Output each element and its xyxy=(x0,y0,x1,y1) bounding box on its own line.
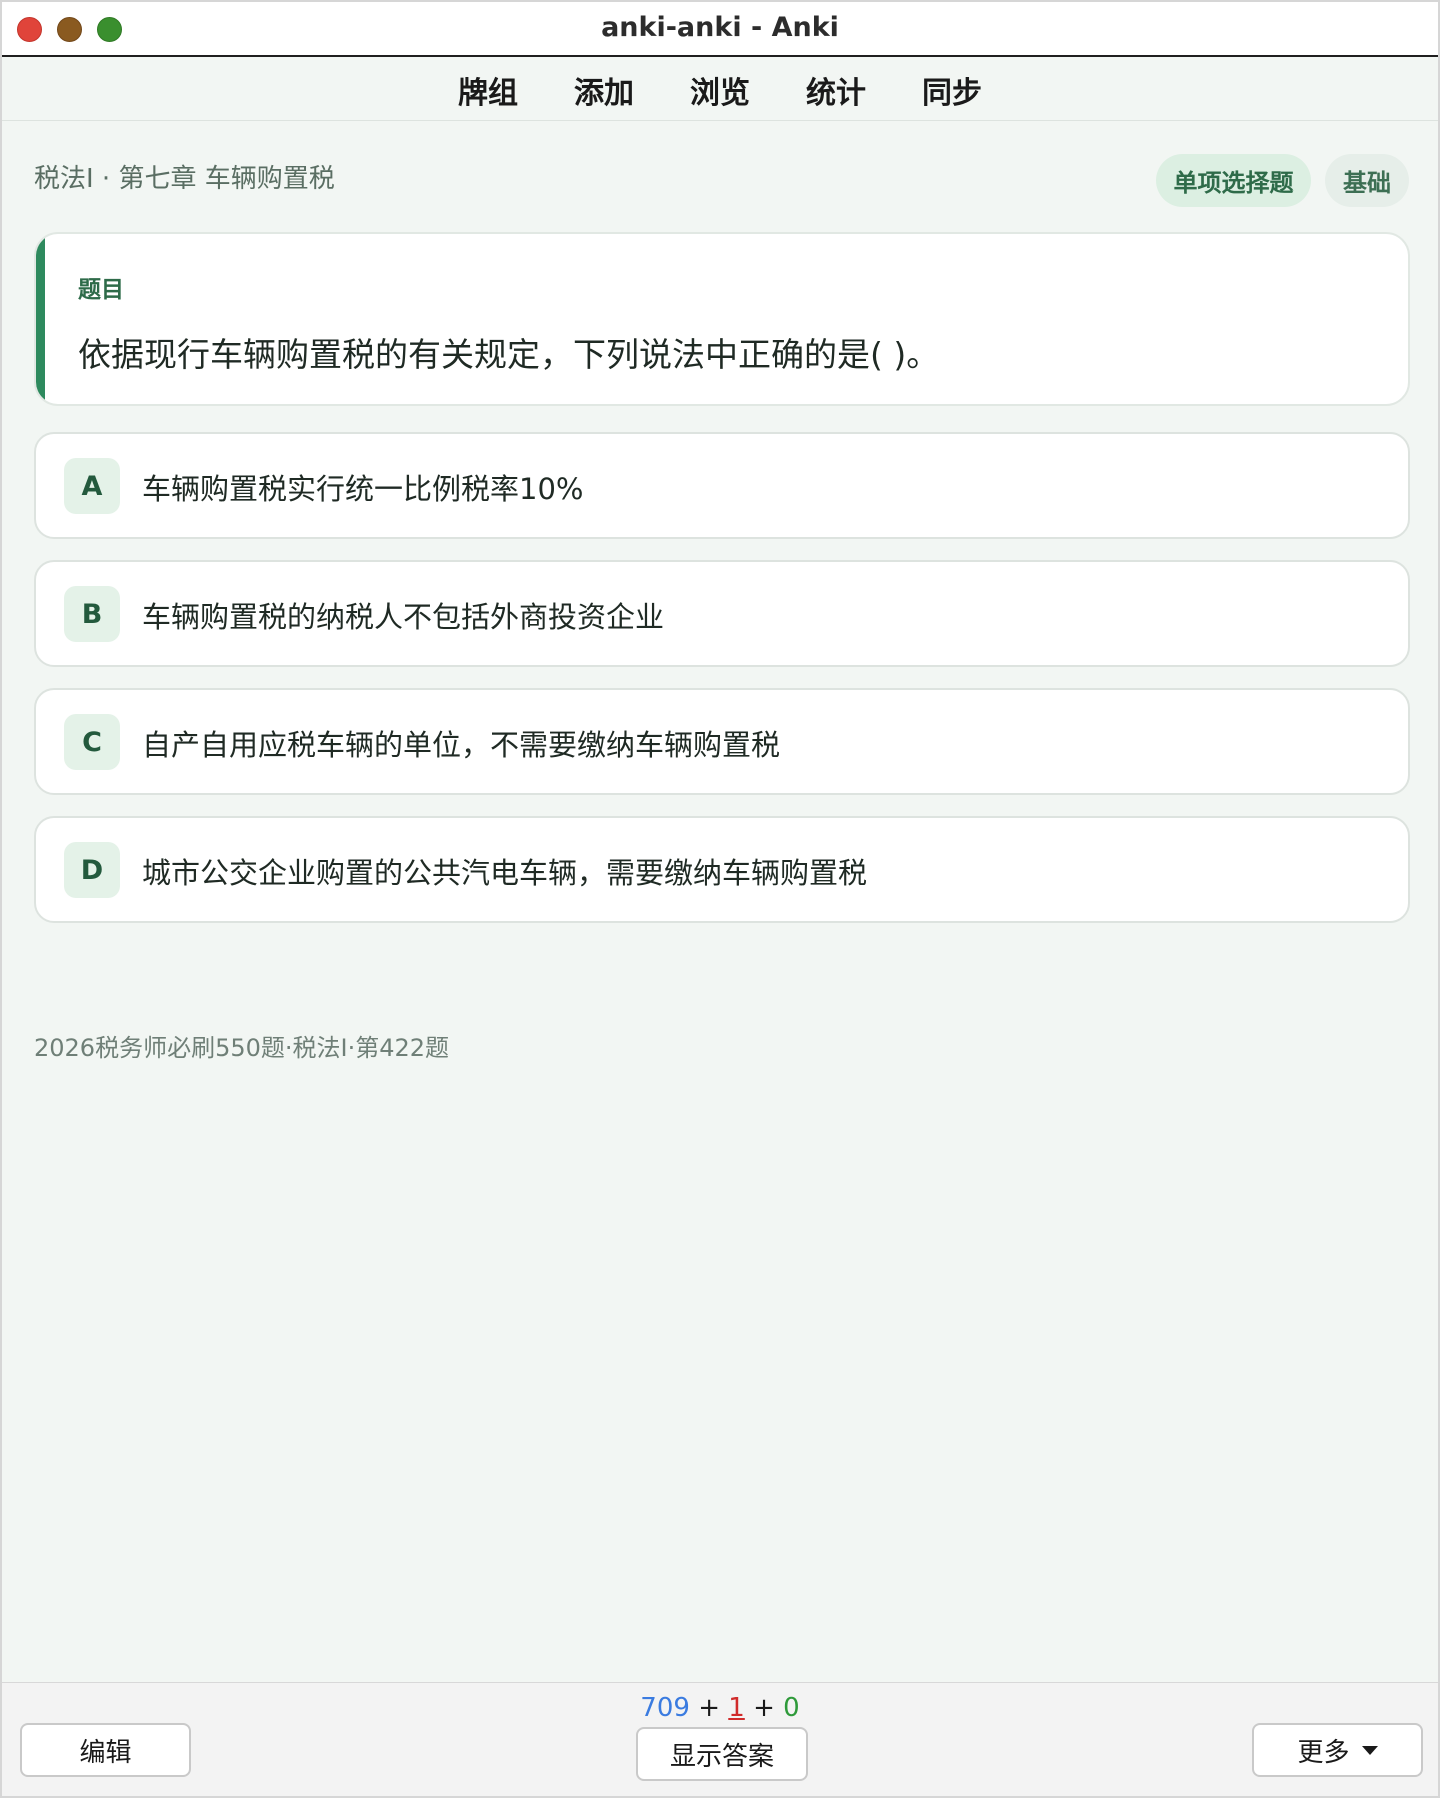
question-source: 2026税务师必刷550题·税法I·第422题 xyxy=(34,1034,450,1062)
window-title: anki-anki - Anki xyxy=(601,12,839,43)
review-count: 0 xyxy=(783,1693,800,1723)
anki-window: anki-anki - Anki 牌组 添加 浏览 统计 同步 税法I · 第七… xyxy=(0,0,1440,1798)
option-c[interactable]: C 自产自用应税车辆的单位，不需要缴纳车辆购置税 xyxy=(34,688,1410,795)
chevron-down-icon xyxy=(1361,1745,1378,1755)
question-card: 题目 依据现行车辆购置税的有关规定，下列说法中正确的是( )。 xyxy=(34,232,1410,406)
toolbar-decks[interactable]: 牌组 xyxy=(430,68,546,112)
toolbar-stats[interactable]: 统计 xyxy=(778,68,894,112)
breadcrumb: 税法I · 第七章 车辆购置税 xyxy=(34,164,335,194)
option-letter: B xyxy=(64,586,120,642)
question-label: 题目 xyxy=(78,277,124,303)
due-counts: 709 + 1 + 0 xyxy=(2,1693,1438,1723)
option-letter: C xyxy=(64,714,120,770)
question-accent-bar xyxy=(36,234,45,404)
option-text: 车辆购置税实行统一比例税率10% xyxy=(142,472,584,506)
toolbar-add[interactable]: 添加 xyxy=(546,68,662,112)
title-bar: anki-anki - Anki xyxy=(2,2,1438,57)
question-type-badge: 单项选择题 xyxy=(1156,154,1311,207)
toolbar-sync[interactable]: 同步 xyxy=(894,68,1010,112)
option-text: 自产自用应税车辆的单位，不需要缴纳车辆购置税 xyxy=(142,728,781,762)
question-text: 依据现行车辆购置税的有关规定，下列说法中正确的是( )。 xyxy=(78,335,940,374)
toolbar-browse[interactable]: 浏览 xyxy=(662,68,778,112)
option-text: 城市公交企业购置的公共汽电车辆，需要缴纳车辆购置税 xyxy=(142,856,868,890)
edit-button[interactable]: 编辑 xyxy=(20,1723,191,1777)
option-letter: D xyxy=(64,842,120,898)
more-button[interactable]: 更多 xyxy=(1252,1723,1423,1777)
count-separator: + xyxy=(744,1693,784,1723)
option-letter: A xyxy=(64,458,120,514)
more-button-label: 更多 xyxy=(1297,1737,1350,1768)
count-separator: + xyxy=(689,1693,729,1723)
option-a[interactable]: A 车辆购置税实行统一比例税率10% xyxy=(34,432,1410,539)
option-b[interactable]: B 车辆购置税的纳税人不包括外商投资企业 xyxy=(34,560,1410,667)
review-bottom-bar: 709 + 1 + 0 编辑 显示答案 更多 xyxy=(2,1682,1438,1796)
main-toolbar: 牌组 添加 浏览 统计 同步 xyxy=(2,59,1438,121)
learn-count: 1 xyxy=(728,1693,745,1723)
option-d[interactable]: D 城市公交企业购置的公共汽电车辆，需要缴纳车辆购置税 xyxy=(34,816,1410,923)
new-count: 709 xyxy=(640,1693,690,1723)
difficulty-badge: 基础 xyxy=(1325,154,1409,207)
show-answer-button[interactable]: 显示答案 xyxy=(636,1727,808,1781)
option-text: 车辆购置税的纳税人不包括外商投资企业 xyxy=(142,600,665,634)
